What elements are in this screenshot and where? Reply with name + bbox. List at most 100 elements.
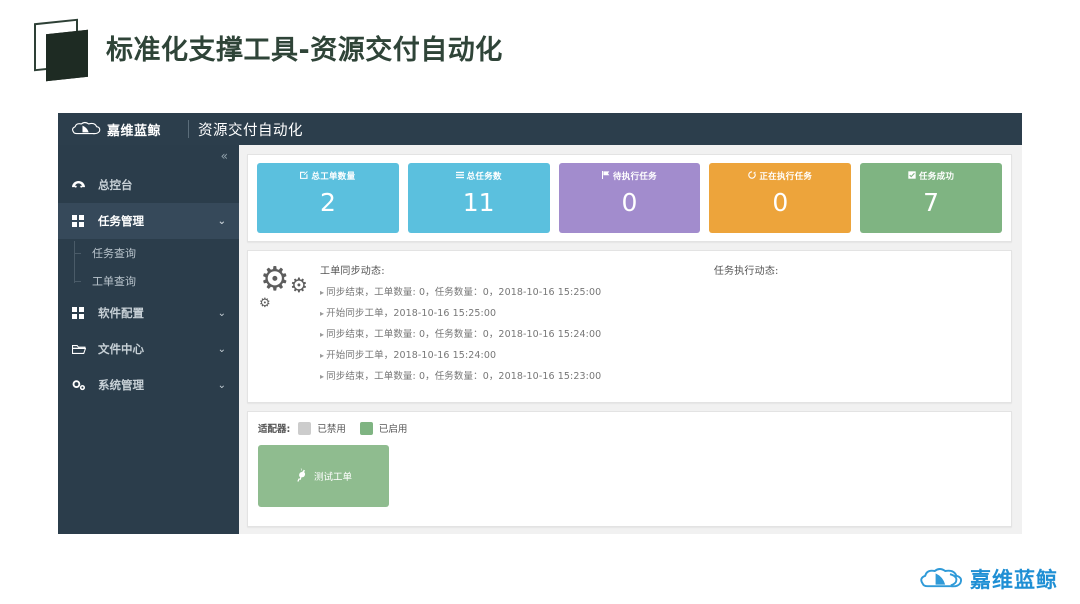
sidebar-item-workorder-query[interactable]: 工单查询 (74, 267, 239, 295)
flag-icon (601, 171, 610, 181)
list-icon (455, 171, 464, 181)
stat-card-label: 任务成功 (918, 172, 955, 182)
check-square-icon (908, 171, 916, 181)
sidebar-item-label: 任务管理 (98, 214, 144, 228)
log-entry[interactable]: ▸ 开始同步工单，2018-10-16 15:24:00 (320, 347, 714, 361)
stat-card-label: 总工单数量 (311, 172, 356, 182)
stat-card-running-tasks[interactable]: 正在执行任务 0 (709, 163, 852, 233)
sidebar-collapse-row[interactable]: « (58, 145, 239, 167)
sidebar-item-label: 系统管理 (98, 378, 144, 392)
legend-label-enabled: 已启用 (378, 424, 408, 435)
stat-card-header: 总工单数量 (300, 170, 355, 182)
footer-logo-text: 嘉维蓝鲸 (970, 568, 1058, 592)
footer-logo: 嘉维蓝鲸 (918, 564, 1058, 594)
log-entry-text: 同步结束，工单数量: 0，任务数量：0，2018-10-16 15:25:00 (326, 287, 602, 298)
log-columns: 工单同步动态: ▸ 同步结束，工单数量: 0，任务数量：0，2018-10-16 … (320, 262, 999, 389)
gears-icon (72, 379, 88, 391)
log-entry[interactable]: ▸ 同步结束，工单数量: 0，任务数量：0，2018-10-16 15:25:00 (320, 284, 714, 298)
stat-card-header: 正在执行任务 (748, 170, 812, 182)
sidebar-submenu: 任务查询 工单查询 (58, 239, 239, 295)
log-entry-text: 开始同步工单，2018-10-16 15:24:00 (326, 350, 497, 361)
stat-card-header: 任务成功 (908, 170, 954, 182)
topbar-divider (188, 120, 189, 138)
log-entry-text: 开始同步工单，2018-10-16 15:25:00 (326, 308, 497, 319)
log-entry[interactable]: ▸ 同步结束，工单数量: 0，任务数量：0，2018-10-16 15:23:00 (320, 368, 714, 382)
app-topbar: 嘉维蓝鲸 资源交付自动化 (58, 113, 1022, 145)
whale-cloud-logo-icon (920, 568, 963, 588)
stat-card-value: 11 (462, 188, 495, 217)
activity-log-panel: ⚙ ⚙ ⚙ 工单同步动态: ▸ 同步结束，工单数量: 0，任务数量：0，2018-… (247, 250, 1012, 403)
adapter-label: 适配器: (258, 424, 291, 435)
whale-cloud-logo-icon (72, 121, 101, 135)
refresh-icon (748, 171, 757, 181)
stat-card-label: 待执行任务 (612, 172, 657, 182)
workorder-sync-log-column: 工单同步动态: ▸ 同步结束，工单数量: 0，任务数量：0，2018-10-16 … (320, 262, 714, 389)
legend-swatch-enabled (359, 421, 373, 435)
stat-card-value: 7 (923, 188, 940, 217)
bullet-icon: ▸ (320, 330, 325, 339)
sidebar-item-file-center[interactable]: 文件中心 ⌄ (58, 331, 239, 367)
adapter-card-test-workorder[interactable]: 测试工单 (258, 445, 389, 507)
stat-card-value: 0 (772, 188, 789, 217)
bullet-icon: ▸ (320, 288, 325, 297)
chevron-down-icon[interactable]: ⌄ (218, 380, 226, 391)
bullet-icon: ▸ (320, 372, 325, 381)
sidebar-item-label: 软件配置 (98, 306, 144, 320)
dashboard-icon (72, 180, 88, 190)
legend-label-disabled: 已禁用 (317, 424, 346, 435)
stat-card-pending-tasks[interactable]: 待执行任务 0 (558, 163, 701, 233)
sidebar-item-software-config[interactable]: 软件配置 ⌄ (58, 295, 239, 331)
sidebar-item-task-query[interactable]: 任务查询 (74, 239, 239, 267)
sidebar-subitem-label: 任务查询 (92, 247, 136, 260)
grid-icon (72, 215, 88, 227)
sidebar-item-system-management[interactable]: 系统管理 ⌄ (58, 367, 239, 403)
stat-cards-panel: 总工单数量 2 总任务数 11 待执行任务 0 正在执行任务 0 任务成功 7 (247, 154, 1012, 242)
log-entry-text: 同步结束，工单数量: 0，任务数量：0，2018-10-16 15:24:00 (326, 329, 602, 340)
adapter-panel: 适配器: 已禁用 已启用 测试工单 (247, 411, 1012, 527)
topbar-title: 资源交付自动化 (198, 122, 303, 139)
folder-open-icon (72, 344, 88, 355)
stat-card-label: 正在执行任务 (759, 172, 813, 182)
gears-decoration-icon: ⚙ ⚙ ⚙ (259, 259, 308, 311)
task-execution-log-column: 任务执行动态: (714, 262, 999, 389)
stat-card-value: 0 (621, 188, 638, 217)
edit-square-icon (300, 171, 309, 181)
sidebar-subitem-label: 工单查询 (92, 275, 136, 288)
bullet-icon: ▸ (320, 351, 325, 360)
adapter-card-label: 测试工单 (313, 472, 352, 483)
main-content: 总工单数量 2 总任务数 11 待执行任务 0 正在执行任务 0 任务成功 7 … (239, 145, 1022, 534)
sidebar: « 总控台 任务管理 ⌄ 任务查询 工单查询 软件配置 ⌄ 文件中心 ⌄ 系统管… (58, 145, 239, 534)
plug-icon (292, 465, 311, 487)
legend-swatch-disabled (298, 421, 312, 435)
stat-card-total-tasks[interactable]: 总任务数 11 (407, 163, 550, 233)
sidebar-item-task-management[interactable]: 任务管理 ⌄ (58, 203, 239, 239)
app-window: 嘉维蓝鲸 资源交付自动化 « 总控台 任务管理 ⌄ 任务查询 工单查询 软件配置… (58, 113, 1022, 534)
slide-title-row: 标准化支撑工具-资源交付自动化 (0, 0, 1080, 100)
sidebar-item-dashboard[interactable]: 总控台 (58, 167, 239, 203)
workorder-sync-log-title: 工单同步动态: (320, 266, 385, 277)
stat-card-header: 待执行任务 (601, 170, 657, 182)
stat-card-header: 总任务数 (455, 170, 502, 182)
app-body: « 总控台 任务管理 ⌄ 任务查询 工单查询 软件配置 ⌄ 文件中心 ⌄ 系统管… (58, 145, 1022, 534)
chevron-down-icon[interactable]: ⌄ (218, 344, 226, 355)
page-title: 标准化支撑工具-资源交付自动化 (106, 34, 503, 66)
grid-icon (72, 307, 88, 319)
brand[interactable]: 嘉维蓝鲸 (58, 120, 186, 139)
stat-card-value: 2 (319, 188, 336, 217)
task-execution-log-title: 任务执行动态: (713, 266, 779, 277)
adapter-legend: 适配器: 已禁用 已启用 (258, 421, 999, 435)
log-entry[interactable]: ▸ 同步结束，工单数量: 0，任务数量：0，2018-10-16 15:24:00 (320, 326, 714, 340)
sidebar-item-label: 文件中心 (98, 342, 144, 356)
log-entry-text: 同步结束，工单数量: 0，任务数量：0，2018-10-16 15:23:00 (326, 371, 602, 382)
brand-text: 嘉维蓝鲸 (107, 123, 162, 139)
bullet-icon: ▸ (320, 309, 325, 318)
stat-card-total-workorders[interactable]: 总工单数量 2 (257, 163, 399, 233)
stat-card-success-tasks[interactable]: 任务成功 7 (860, 163, 1002, 233)
log-entry[interactable]: ▸ 开始同步工单，2018-10-16 15:25:00 (320, 305, 714, 319)
stat-card-label: 总任务数 (466, 172, 502, 182)
sidebar-item-label: 总控台 (98, 178, 133, 192)
chevron-down-icon[interactable]: ⌄ (218, 308, 226, 319)
layered-pages-icon (24, 18, 88, 82)
collapse-left-icon[interactable]: « (221, 150, 228, 162)
chevron-down-icon[interactable]: ⌄ (218, 216, 226, 227)
